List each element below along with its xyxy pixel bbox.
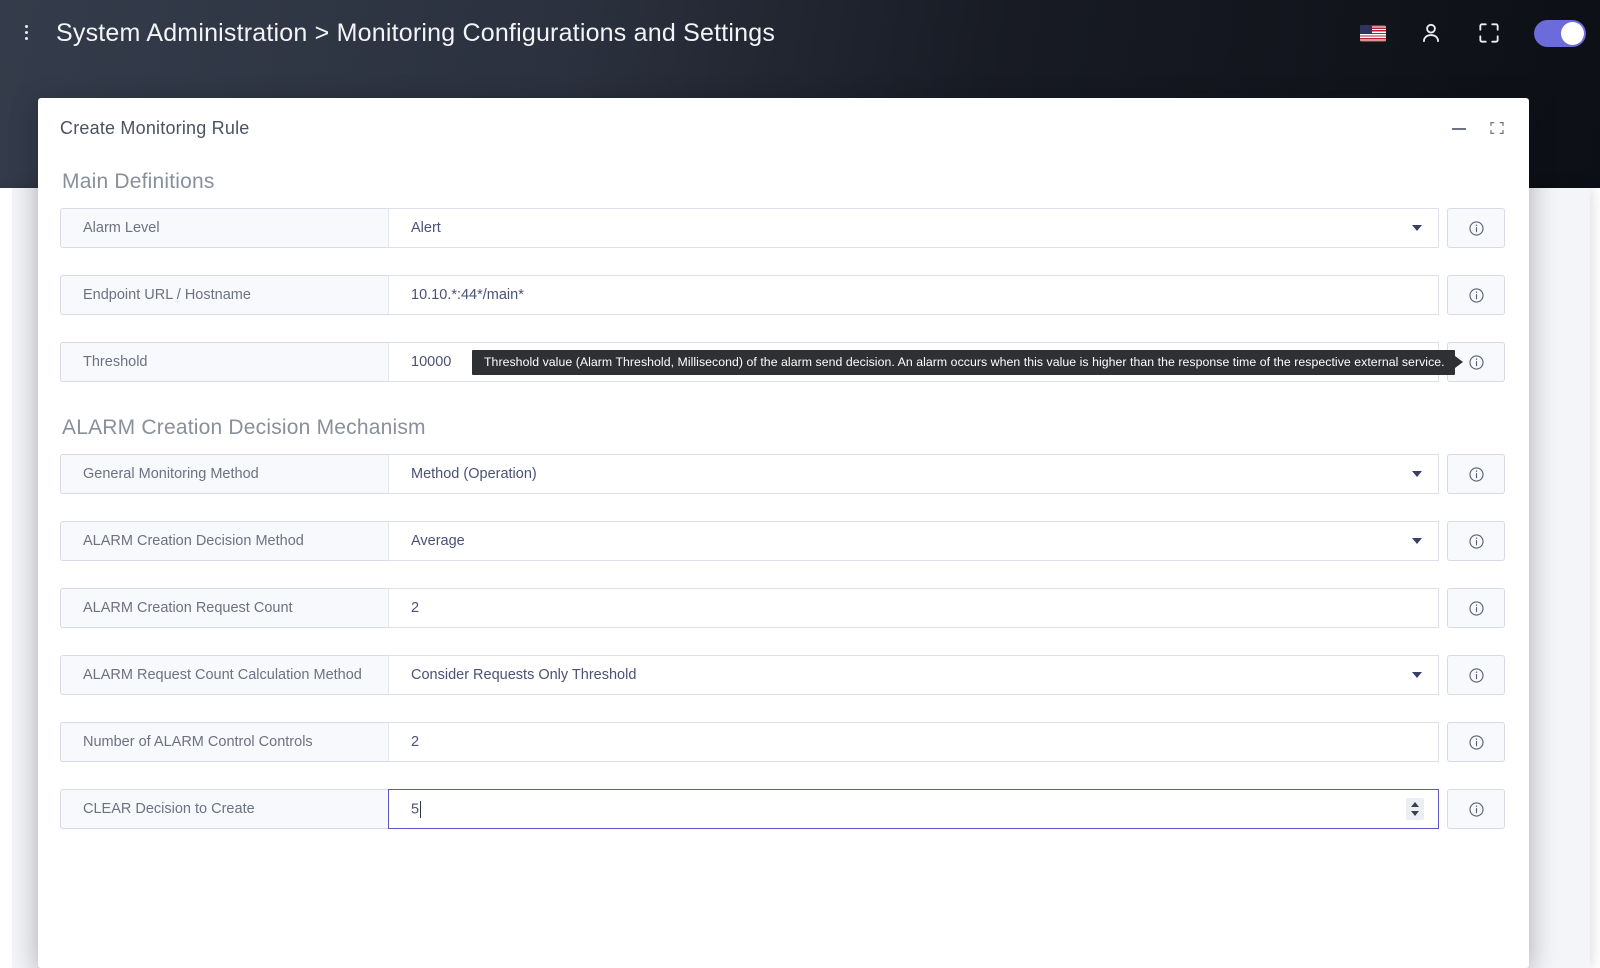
field-number-clear-decision-to-create[interactable]: 5 — [388, 789, 1439, 829]
dialog-title: Create Monitoring Rule — [60, 117, 250, 138]
field-value-endpoint-url: 10.10.*:44*/main* — [411, 287, 524, 303]
chevron-down-icon — [1412, 672, 1422, 678]
info-button-endpoint-url[interactable] — [1447, 275, 1505, 315]
info-icon — [1468, 533, 1485, 550]
top-bar: System Administration > Monitoring Confi… — [0, 0, 1600, 66]
field-row-alarm-creation-decision-method: ALARM Creation Decision Method Average — [60, 521, 1505, 561]
theme-toggle[interactable] — [1534, 19, 1586, 47]
field-row-endpoint-url: Endpoint URL / Hostname 10.10.*:44*/main… — [60, 275, 1505, 315]
info-icon — [1468, 801, 1485, 818]
chevron-down-icon — [1412, 471, 1422, 477]
maximize-icon[interactable] — [1489, 120, 1505, 136]
field-row-alarm-creation-request-count: ALARM Creation Request Count 2 — [60, 588, 1505, 628]
chevron-down-icon — [1412, 538, 1422, 544]
field-row-clear-decision-to-create: CLEAR Decision to Create 5 — [60, 789, 1505, 829]
field-label-alarm-creation-request-count: ALARM Creation Request Count — [60, 588, 388, 628]
dialog-window-actions — [1451, 120, 1505, 136]
section-title-main-definitions: Main Definitions — [62, 170, 215, 193]
field-value-number-of-alarm-control-controls: 2 — [411, 734, 420, 750]
info-button-alarm-creation-request-count[interactable] — [1447, 588, 1505, 628]
info-button-general-monitoring-method[interactable] — [1447, 454, 1505, 494]
dialog-body: Main Definitions Alarm Level Alert Endpo… — [38, 170, 1529, 829]
info-icon — [1468, 220, 1485, 237]
field-input-endpoint-url[interactable]: 10.10.*:44*/main* — [388, 275, 1439, 315]
field-select-alarm-request-count-calculation-method[interactable]: Consider Requests Only Threshold — [388, 655, 1439, 695]
field-row-alarm-level: Alarm Level Alert — [60, 208, 1505, 248]
list-menu-icon[interactable] — [24, 22, 46, 44]
field-value-alarm-creation-request-count: 2 — [411, 600, 420, 616]
page-background-left-strip — [0, 188, 12, 968]
field-select-alarm-level[interactable]: Alert — [388, 208, 1439, 248]
number-stepper[interactable] — [1406, 798, 1424, 820]
dialog-header: Create Monitoring Rule — [38, 98, 1529, 158]
create-monitoring-rule-dialog: Create Monitoring Rule Main Definitions … — [38, 98, 1529, 968]
person-icon[interactable] — [1418, 20, 1444, 46]
field-value-alarm-level: Alert — [411, 220, 441, 236]
field-label-alarm-creation-decision-method: ALARM Creation Decision Method — [60, 521, 388, 561]
info-button-alarm-level[interactable] — [1447, 208, 1505, 248]
field-row-number-of-alarm-control-controls: Number of ALARM Control Controls 2 — [60, 722, 1505, 762]
chevron-down-icon — [1412, 225, 1422, 231]
minimize-icon[interactable] — [1451, 120, 1467, 136]
us-flag-icon[interactable] — [1360, 24, 1386, 42]
field-input-number-of-alarm-control-controls[interactable]: 2 — [388, 722, 1439, 762]
info-icon — [1468, 354, 1485, 371]
app-root: System Administration > Monitoring Confi… — [0, 0, 1600, 968]
field-value-clear-decision-to-create: 5 — [411, 800, 422, 818]
info-button-alarm-request-count-calculation-method[interactable] — [1447, 655, 1505, 695]
breadcrumb: System Administration > Monitoring Confi… — [56, 18, 776, 47]
field-label-endpoint-url: Endpoint URL / Hostname — [60, 275, 388, 315]
info-icon — [1468, 287, 1485, 304]
info-button-alarm-creation-decision-method[interactable] — [1447, 521, 1505, 561]
tooltip-threshold: Threshold value (Alarm Threshold, Millis… — [472, 350, 1463, 375]
field-label-clear-decision-to-create: CLEAR Decision to Create — [60, 789, 388, 829]
text-cursor — [420, 800, 422, 818]
field-row-alarm-request-count-calculation-method: ALARM Request Count Calculation Method C… — [60, 655, 1505, 695]
info-icon — [1468, 734, 1485, 751]
info-button-number-of-alarm-control-controls[interactable] — [1447, 722, 1505, 762]
info-icon — [1468, 466, 1485, 483]
field-label-alarm-level: Alarm Level — [60, 208, 388, 248]
info-icon — [1468, 600, 1485, 617]
fullscreen-icon[interactable] — [1476, 20, 1502, 46]
field-value-alarm-request-count-calculation-method: Consider Requests Only Threshold — [411, 667, 637, 683]
field-row-threshold: Threshold 10000 Threshold value (Alarm T… — [60, 342, 1505, 382]
info-button-clear-decision-to-create[interactable] — [1447, 789, 1505, 829]
info-icon — [1468, 667, 1485, 684]
field-label-threshold: Threshold — [60, 342, 388, 382]
field-select-alarm-creation-decision-method[interactable]: Average — [388, 521, 1439, 561]
top-bar-actions — [1360, 19, 1586, 47]
field-label-alarm-request-count-calculation-method: ALARM Request Count Calculation Method — [60, 655, 388, 695]
field-label-general-monitoring-method: General Monitoring Method — [60, 454, 388, 494]
field-value-alarm-creation-decision-method: Average — [411, 533, 465, 549]
section-title-alarm-creation-decision-mechanism: ALARM Creation Decision Mechanism — [62, 416, 426, 439]
field-input-alarm-creation-request-count[interactable]: 2 — [388, 588, 1439, 628]
field-value-general-monitoring-method: Method (Operation) — [411, 466, 537, 482]
field-row-general-monitoring-method: General Monitoring Method Method (Operat… — [60, 454, 1505, 494]
field-label-number-of-alarm-control-controls: Number of ALARM Control Controls — [60, 722, 388, 762]
field-select-general-monitoring-method[interactable]: Method (Operation) — [388, 454, 1439, 494]
